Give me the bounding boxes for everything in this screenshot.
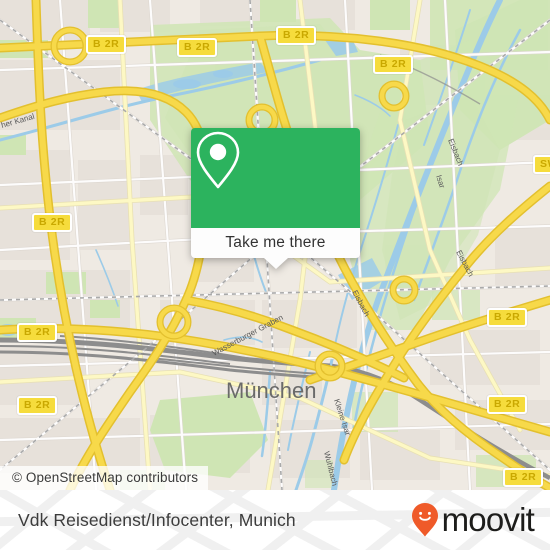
- callout-tail: [263, 258, 288, 269]
- road-shield: B 2R: [373, 55, 414, 74]
- place-name: Vdk Reisedienst/Infocenter, Munich: [18, 509, 296, 530]
- road-shield: B 2R: [276, 26, 317, 45]
- road-shield: B 2R: [32, 213, 73, 232]
- road-shield: B 2R: [86, 35, 127, 54]
- moovit-smiley-pin-icon: [411, 503, 438, 537]
- map-pin-icon: [196, 131, 240, 189]
- road-shield: B 2R: [17, 396, 58, 415]
- moovit-brand: moovit: [410, 490, 535, 550]
- callout-icon-panel: [191, 128, 360, 228]
- road-shield: SW: [533, 155, 550, 174]
- screenshot-root: .blt{fill:#e7e1da} .grn{fill:#cfe5b4} .g…: [0, 0, 550, 550]
- bottom-bar: Vdk Reisedienst/Infocenter, Munich moovi…: [0, 490, 550, 550]
- callout-action-label: Take me there: [225, 234, 326, 251]
- road-shield: B 2R: [503, 468, 544, 487]
- road-shield: B 2R: [487, 395, 528, 414]
- take-me-there-callout[interactable]: Take me there: [191, 128, 360, 269]
- callout-action-button[interactable]: Take me there: [191, 228, 360, 258]
- map-city-label: München: [226, 378, 317, 403]
- road-shield: B 2R: [17, 323, 58, 342]
- road-shield: B 2R: [487, 308, 528, 327]
- moovit-wordmark: moovit: [441, 500, 535, 538]
- map-canvas[interactable]: .blt{fill:#e7e1da} .grn{fill:#cfe5b4} .g…: [0, 0, 550, 490]
- map-attribution[interactable]: © OpenStreetMap contributors: [0, 466, 209, 490]
- road-shield: B 2R: [177, 38, 218, 57]
